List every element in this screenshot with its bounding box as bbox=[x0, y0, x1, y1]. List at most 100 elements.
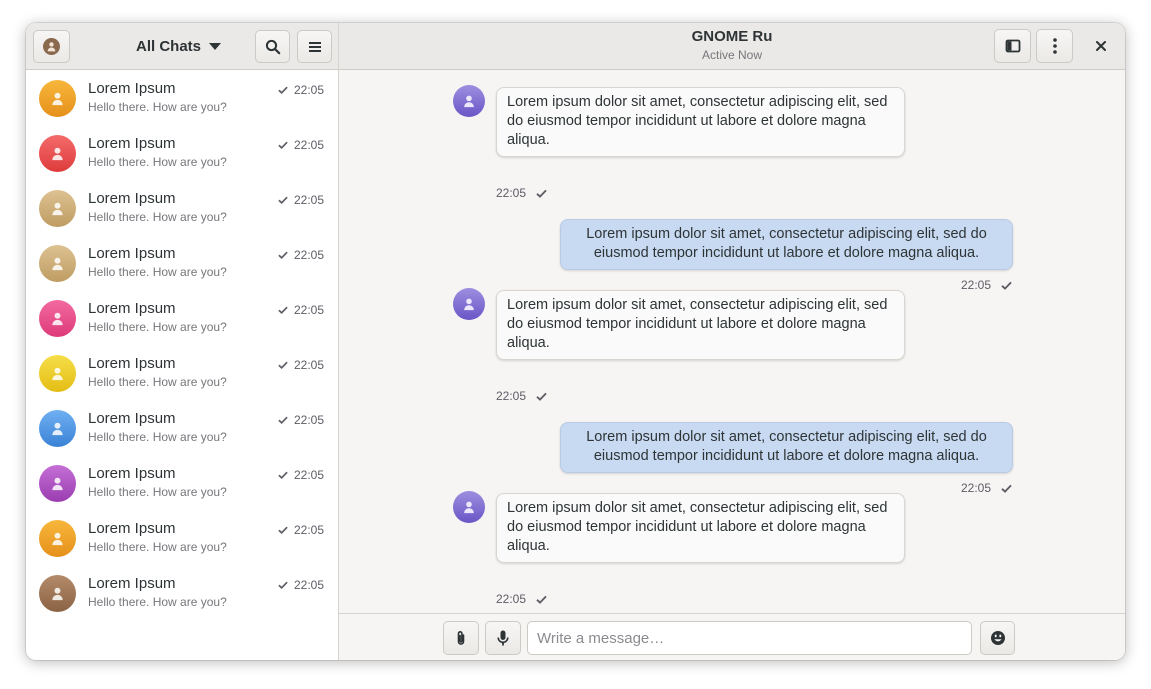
chat-name: Lorem Ipsum bbox=[88, 355, 176, 372]
chat-list-item[interactable]: Lorem Ipsum Hello there. How are you? 22:0… bbox=[26, 400, 338, 455]
chat-filter-dropdown[interactable]: All Chats bbox=[136, 36, 222, 56]
chat-list-item[interactable]: Lorem Ipsum Hello there. How are you? 22:0… bbox=[26, 70, 338, 125]
check-icon bbox=[278, 86, 288, 95]
sidebar-header: All Chats bbox=[26, 23, 338, 70]
chat-list-item[interactable]: Lorem Ipsum Hello there. How are you? 22:0… bbox=[26, 565, 338, 620]
more-vertical-icon bbox=[1052, 38, 1057, 54]
close-window-button[interactable] bbox=[1087, 32, 1115, 60]
attach-button[interactable] bbox=[443, 621, 479, 655]
chevron-down-icon bbox=[209, 42, 222, 50]
chat-preview: Hello there. How are you? bbox=[88, 375, 227, 389]
chat-list: Lorem Ipsum Hello there. How are you? 22:0… bbox=[26, 70, 338, 620]
avatar-icon bbox=[52, 202, 63, 216]
chat-name: Lorem Ipsum bbox=[88, 410, 176, 427]
close-icon bbox=[1096, 41, 1106, 51]
message-time: 22:05 bbox=[496, 592, 527, 606]
avatar-icon bbox=[52, 147, 63, 161]
contact-avatar[interactable] bbox=[453, 491, 485, 523]
chat-preview: Hello there. How are you? bbox=[88, 540, 227, 554]
emoji-button[interactable] bbox=[980, 621, 1015, 655]
chat-preview: Hello there. How are you? bbox=[88, 595, 227, 609]
avatar-icon bbox=[52, 532, 63, 546]
chat-time: 22:05 bbox=[294, 248, 325, 262]
chat-preview: Hello there. How are you? bbox=[88, 155, 227, 169]
avatar-icon bbox=[52, 587, 63, 601]
account-button[interactable] bbox=[33, 30, 70, 63]
chat-name: Lorem Ipsum bbox=[88, 245, 176, 262]
avatar-icon bbox=[52, 92, 63, 106]
message-bubble-outgoing[interactable]: Lorem ipsum dolor sit amet, consectetur … bbox=[560, 219, 1013, 270]
chat-preview: Hello there. How are you? bbox=[88, 320, 227, 334]
message-composer bbox=[339, 613, 1125, 660]
message-bubble-incoming[interactable]: Lorem ipsum dolor sit amet, consectetur … bbox=[496, 87, 905, 157]
chat-preview: Hello there. How are you? bbox=[88, 485, 227, 499]
more-options-button[interactable] bbox=[1036, 29, 1073, 63]
avatar-icon bbox=[52, 477, 63, 491]
message-meta: 22:05 bbox=[496, 186, 547, 200]
chat-name: Lorem Ipsum bbox=[88, 135, 176, 152]
chat-preview: Hello there. How are you? bbox=[88, 210, 227, 224]
chat-list-item[interactable]: Lorem Ipsum Hello there. How are you? 22:0… bbox=[26, 510, 338, 565]
contact-avatar[interactable] bbox=[453, 288, 485, 320]
voice-message-button[interactable] bbox=[485, 621, 521, 655]
sidebar-toggle-icon bbox=[1005, 39, 1020, 53]
message-bubble-outgoing[interactable]: Lorem ipsum dolor sit amet, consectetur … bbox=[560, 422, 1013, 473]
message-bubble-incoming[interactable]: Lorem ipsum dolor sit amet, consectetur … bbox=[496, 493, 905, 563]
message-input[interactable] bbox=[527, 621, 972, 655]
chat-list-item[interactable]: Lorem Ipsum Hello there. How are you? 22:0… bbox=[26, 125, 338, 180]
message-meta: 22:05 bbox=[961, 278, 1012, 292]
sidebar-toggle-button[interactable] bbox=[994, 29, 1031, 63]
check-icon bbox=[536, 189, 547, 198]
contact-avatar[interactable] bbox=[453, 85, 485, 117]
chat-time: 22:05 bbox=[294, 193, 325, 207]
chat-name: Lorem Ipsum bbox=[88, 520, 176, 537]
main-menu-button[interactable] bbox=[297, 30, 332, 63]
contact-avatar bbox=[39, 465, 76, 502]
search-icon bbox=[265, 39, 280, 54]
search-button[interactable] bbox=[255, 30, 290, 63]
message-bubble-incoming[interactable]: Lorem ipsum dolor sit amet, consectetur … bbox=[496, 290, 905, 360]
avatar-icon bbox=[52, 367, 63, 381]
chat-list-item[interactable]: Lorem Ipsum Hello there. How are you? 22:0… bbox=[26, 290, 338, 345]
check-icon bbox=[278, 196, 288, 205]
chat-list-item[interactable]: Lorem Ipsum Hello there. How are you? 22:0… bbox=[26, 345, 338, 400]
chat-list-item[interactable]: Lorem Ipsum Hello there. How are you? 22:0… bbox=[26, 235, 338, 290]
contact-avatar bbox=[39, 80, 76, 117]
message-history[interactable]: Lorem ipsum dolor sit amet, consectetur … bbox=[339, 70, 1125, 613]
chat-time: 22:05 bbox=[294, 303, 325, 317]
chat-list-item[interactable]: Lorem Ipsum Hello there. How are you? 22:0… bbox=[26, 180, 338, 235]
chat-time: 22:05 bbox=[294, 358, 325, 372]
chat-preview: Hello there. How are you? bbox=[88, 430, 227, 444]
chat-list-item[interactable]: Lorem Ipsum Hello there. How are you? 22:0… bbox=[26, 455, 338, 510]
chat-time: 22:05 bbox=[294, 523, 325, 537]
check-icon bbox=[278, 471, 288, 480]
avatar-icon bbox=[52, 422, 63, 436]
chat-time: 22:05 bbox=[294, 468, 325, 482]
check-icon bbox=[536, 392, 547, 401]
conversation-header: GNOME Ru Active Now bbox=[339, 23, 1125, 70]
emoji-icon bbox=[990, 631, 1005, 645]
chat-window: All Chats Lorem Ipsum Hello there. How ar… bbox=[26, 23, 1125, 660]
avatar-icon bbox=[464, 501, 474, 514]
avatar-icon bbox=[43, 38, 60, 55]
check-icon bbox=[278, 361, 288, 370]
avatar-icon bbox=[52, 257, 63, 271]
chat-name: Lorem Ipsum bbox=[88, 575, 176, 592]
chat-time: 22:05 bbox=[294, 138, 325, 152]
check-icon bbox=[278, 306, 288, 315]
conversation-pane: GNOME Ru Active Now Lorem ipsum dolor si… bbox=[339, 23, 1125, 660]
contact-avatar bbox=[39, 575, 76, 612]
message-meta: 22:05 bbox=[961, 481, 1012, 495]
contact-avatar bbox=[39, 245, 76, 282]
check-icon bbox=[1001, 281, 1012, 290]
contact-avatar bbox=[39, 520, 76, 557]
message-time: 22:05 bbox=[496, 389, 527, 403]
check-icon bbox=[278, 526, 288, 535]
contact-avatar bbox=[39, 190, 76, 227]
paperclip-icon bbox=[457, 631, 465, 645]
check-icon bbox=[278, 251, 288, 260]
avatar-icon bbox=[52, 312, 63, 326]
contact-avatar bbox=[39, 300, 76, 337]
chat-name: Lorem Ipsum bbox=[88, 80, 176, 97]
chat-name: Lorem Ipsum bbox=[88, 465, 176, 482]
